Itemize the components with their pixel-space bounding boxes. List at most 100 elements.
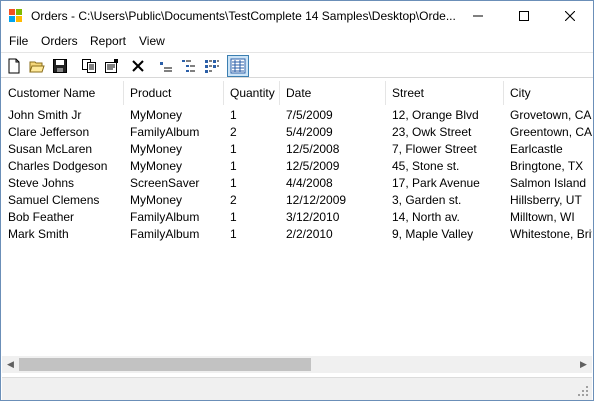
open-folder-icon — [29, 61, 45, 73]
cell-quantity: 1 — [230, 176, 237, 190]
cell-city: Bringtone, TX — [510, 159, 584, 173]
new-file-icon — [8, 58, 20, 74]
cell-date: 7/5/2009 — [286, 108, 333, 122]
list-view-button[interactable] — [178, 55, 200, 77]
cell-quantity: 2 — [230, 125, 237, 139]
cell-city: Earlcastle — [510, 142, 563, 156]
copy-icon — [82, 59, 96, 73]
list-view-icon — [182, 60, 195, 72]
cell-quantity: 2 — [230, 193, 237, 207]
scrollbar-thumb[interactable] — [19, 358, 311, 371]
cell-date: 3/12/2010 — [286, 210, 340, 224]
table-row[interactable]: Steve Johns ScreenSaver 1 4/4/2008 17, P… — [2, 175, 592, 192]
properties-icon — [105, 59, 118, 73]
column-header-city[interactable]: City — [504, 81, 592, 105]
cell-street: 14, North av. — [392, 210, 460, 224]
cell-customer-name: Mark Smith — [8, 227, 69, 241]
cell-product: MyMoney — [130, 108, 183, 122]
cell-street: 9, Maple Valley — [392, 227, 474, 241]
cell-quantity: 1 — [230, 210, 237, 224]
app-icon — [9, 9, 23, 23]
cell-street: 45, Stone st. — [392, 159, 460, 173]
cell-customer-name: Charles Dodgeson — [8, 159, 108, 173]
cell-product: MyMoney — [130, 159, 183, 173]
menu-file[interactable]: File — [9, 34, 28, 48]
cell-customer-name: John Smith Jr — [8, 108, 82, 122]
details-view-icon — [230, 58, 246, 74]
cell-product: ScreenSaver — [130, 176, 200, 190]
maximize-button[interactable] — [501, 1, 547, 31]
cell-street: 12, Orange Blvd — [392, 108, 479, 122]
cell-customer-name: Steve Johns — [8, 176, 75, 190]
column-header-street[interactable]: Street — [386, 81, 504, 105]
cell-city: Grovetown, CA — [510, 108, 592, 122]
details-view-button[interactable] — [227, 55, 249, 77]
minimize-button[interactable] — [455, 1, 501, 31]
cell-quantity: 1 — [230, 227, 237, 241]
menu-orders[interactable]: Orders — [41, 34, 78, 48]
cell-city: Greentown, CA — [510, 125, 592, 139]
open-button[interactable] — [26, 55, 48, 77]
cell-date: 12/5/2009 — [286, 159, 340, 173]
cell-street: 23, Owk Street — [392, 125, 472, 139]
window-title: Orders - C:\Users\Public\Documents\TestC… — [31, 9, 456, 23]
orders-list-view[interactable]: Customer Name Product Quantity Date Stre… — [2, 81, 592, 377]
cell-quantity: 1 — [230, 108, 237, 122]
scroll-right-icon[interactable]: ▶ — [575, 356, 592, 373]
delete-button[interactable] — [127, 55, 149, 77]
scroll-left-icon[interactable]: ◀ — [2, 356, 19, 373]
toolbar — [1, 52, 593, 78]
table-row[interactable]: Charles Dodgeson MyMoney 1 12/5/2009 45,… — [2, 158, 592, 175]
cell-product: FamilyAlbum — [130, 210, 200, 224]
cell-quantity: 1 — [230, 142, 237, 156]
cell-city: Hillsberry, UT — [510, 193, 582, 207]
table-row[interactable]: Susan McLaren MyMoney 1 12/5/2008 7, Flo… — [2, 141, 592, 158]
status-bar — [2, 377, 592, 400]
menu-report[interactable]: Report — [90, 34, 126, 48]
table-row[interactable]: Mark Smith FamilyAlbum 1 2/2/2010 9, Map… — [2, 226, 592, 243]
new-button[interactable] — [3, 55, 25, 77]
cell-city: Milltown, WI — [510, 210, 575, 224]
resize-grip-icon[interactable] — [577, 385, 589, 397]
cell-product: MyMoney — [130, 193, 183, 207]
horizontal-scrollbar[interactable]: ◀ ▶ — [2, 356, 592, 373]
menu-view[interactable]: View — [139, 34, 165, 48]
cell-customer-name: Clare Jefferson — [8, 125, 90, 139]
cell-city: Whitestone, Britis — [510, 227, 592, 241]
cell-customer-name: Susan McLaren — [8, 142, 93, 156]
tree-view-icon — [205, 60, 219, 73]
title-bar[interactable]: Orders - C:\Users\Public\Documents\TestC… — [1, 1, 593, 31]
tree-view-button[interactable] — [201, 55, 223, 77]
table-row[interactable]: Bob Feather FamilyAlbum 1 3/12/2010 14, … — [2, 209, 592, 226]
cell-street: 7, Flower Street — [392, 142, 477, 156]
cell-city: Salmon Island — [510, 176, 587, 190]
save-icon — [53, 59, 67, 73]
cell-street: 3, Garden st. — [392, 193, 462, 207]
close-button[interactable] — [547, 1, 593, 31]
column-header-date[interactable]: Date — [280, 81, 386, 105]
menu-bar: File Orders Report View — [1, 31, 593, 51]
column-header-quantity[interactable]: Quantity — [224, 81, 280, 105]
cell-date: 2/2/2010 — [286, 227, 333, 241]
delete-icon — [132, 60, 144, 72]
cell-date: 12/12/2009 — [286, 193, 347, 207]
copy-button[interactable] — [78, 55, 100, 77]
column-header-customer-name[interactable]: Customer Name — [2, 81, 124, 105]
small-icons-view-button[interactable] — [155, 55, 177, 77]
cell-product: MyMoney — [130, 142, 183, 156]
cell-quantity: 1 — [230, 159, 237, 173]
cell-customer-name: Samuel Clemens — [8, 193, 100, 207]
cell-customer-name: Bob Feather — [8, 210, 75, 224]
table-row[interactable]: John Smith Jr MyMoney 1 7/5/2009 12, Ora… — [2, 107, 592, 124]
cell-product: FamilyAlbum — [130, 227, 200, 241]
table-row[interactable]: Clare Jefferson FamilyAlbum 2 5/4/2009 2… — [2, 124, 592, 141]
save-button[interactable] — [49, 55, 71, 77]
table-row[interactable]: Samuel Clemens MyMoney 2 12/12/2009 3, G… — [2, 192, 592, 209]
orders-window: Orders - C:\Users\Public\Documents\TestC… — [0, 0, 594, 401]
cell-date: 5/4/2009 — [286, 125, 333, 139]
column-header-product[interactable]: Product — [124, 81, 224, 105]
cell-product: FamilyAlbum — [130, 125, 200, 139]
cell-date: 4/4/2008 — [286, 176, 333, 190]
properties-button[interactable] — [101, 55, 123, 77]
cell-date: 12/5/2008 — [286, 142, 340, 156]
